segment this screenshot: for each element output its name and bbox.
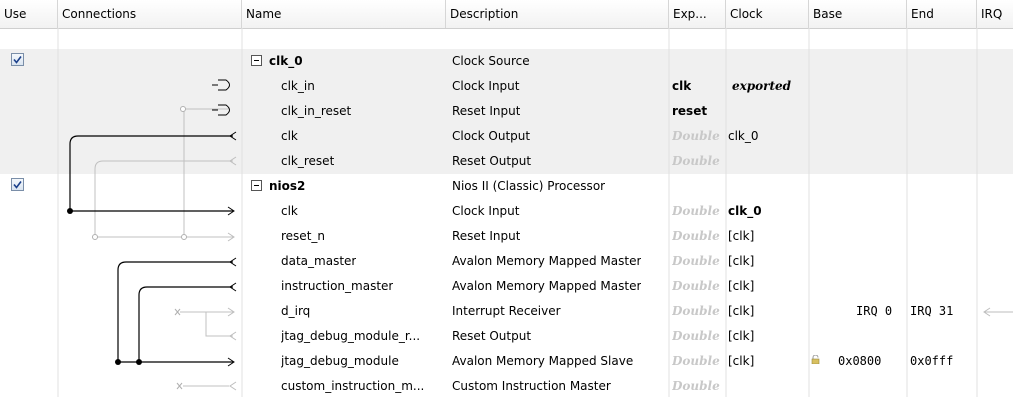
row-name: d_irq xyxy=(281,304,311,318)
table-row[interactable]: clk Clock Input Double clk_0 xyxy=(0,199,1013,224)
header-export[interactable]: Exp... xyxy=(669,0,726,28)
row-description: Nios II (Classic) Processor xyxy=(452,179,606,193)
row-export[interactable]: clk xyxy=(672,74,691,99)
row-clock[interactable]: [clk] xyxy=(728,224,754,249)
checkbox-checked-icon xyxy=(13,181,22,189)
row-name: jtag_debug_module_r... xyxy=(281,329,421,343)
row-export[interactable]: Double xyxy=(672,199,728,224)
row-export[interactable]: Double xyxy=(672,349,728,374)
table-header: Use Connections Name Description Exp... … xyxy=(0,0,1013,29)
row-description: Reset Output xyxy=(452,154,532,168)
table-row[interactable]: clk_in Clock Input clk exported xyxy=(0,74,1013,99)
header-clock[interactable]: Clock xyxy=(726,0,809,28)
row-export[interactable]: Double xyxy=(672,374,728,397)
row-clock[interactable]: [clk] xyxy=(728,349,754,374)
table-row[interactable]: nios2 Nios II (Classic) Processor xyxy=(0,174,1013,199)
row-export[interactable]: reset xyxy=(672,99,707,124)
row-name: clk_reset xyxy=(281,154,335,168)
header-name[interactable]: Name xyxy=(242,0,446,28)
use-checkbox[interactable] xyxy=(11,53,24,66)
collapse-minus-icon[interactable] xyxy=(251,55,262,66)
row-description: Reset Output xyxy=(452,329,532,343)
row-clock[interactable]: [clk] xyxy=(728,299,754,324)
header-use[interactable]: Use xyxy=(0,0,58,28)
row-export[interactable]: Double xyxy=(672,249,728,274)
row-export[interactable]: Double xyxy=(672,224,728,249)
row-name: data_master xyxy=(281,254,357,268)
system-contents-table: Use Connections Name Description Exp... … xyxy=(0,0,1013,397)
table-row[interactable]: reset_n Reset Input Double [clk] xyxy=(0,224,1013,249)
row-base[interactable]: 0x0800 xyxy=(838,349,881,374)
row-export[interactable]: Double xyxy=(672,299,728,324)
table-row[interactable]: jtag_debug_module_r... Reset Output Doub… xyxy=(0,324,1013,349)
table-row[interactable]: clk Clock Output Double clk_0 xyxy=(0,124,1013,149)
row-end[interactable]: 0x0fff xyxy=(910,349,953,374)
row-name: clk_in xyxy=(281,79,315,93)
row-clock[interactable]: clk_0 xyxy=(728,199,762,224)
use-checkbox[interactable] xyxy=(11,178,24,191)
row-base[interactable]: IRQ 0 xyxy=(856,299,892,324)
row-name: reset_n xyxy=(281,229,325,243)
row-name: clk xyxy=(281,204,298,218)
row-name: jtag_debug_module xyxy=(281,354,399,368)
table-row[interactable]: instruction_master Avalon Memory Mapped … xyxy=(0,274,1013,299)
table-row[interactable]: clk_reset Reset Output Double xyxy=(0,149,1013,174)
table-row[interactable]: clk_in_reset Reset Input reset xyxy=(0,99,1013,124)
row-clock[interactable]: [clk] xyxy=(728,274,754,299)
row-description: Reset Input xyxy=(452,104,521,118)
row-description: Clock Output xyxy=(452,129,531,143)
row-end[interactable]: IRQ 31 xyxy=(910,299,953,324)
lock-icon[interactable] xyxy=(811,355,820,364)
checkbox-checked-icon xyxy=(13,56,22,64)
row-export[interactable]: Double xyxy=(672,324,728,349)
table-row[interactable]: clk_0 Clock Source xyxy=(0,49,1013,74)
row-name: clk_0 xyxy=(269,54,303,68)
collapse-minus-icon[interactable] xyxy=(251,180,262,191)
row-export[interactable]: Double xyxy=(672,149,728,174)
row-description: Clock Source xyxy=(452,54,530,68)
row-description: Custom Instruction Master xyxy=(452,379,611,393)
row-clock[interactable]: exported xyxy=(732,74,791,99)
row-description: Clock Input xyxy=(452,79,520,93)
row-description: Interrupt Receiver xyxy=(452,304,561,318)
row-export[interactable]: Double xyxy=(672,124,728,149)
row-clock[interactable]: clk_0 xyxy=(728,124,759,149)
header-irq[interactable]: IRQ xyxy=(977,0,1013,28)
row-name: clk_in_reset xyxy=(281,104,352,118)
header-description[interactable]: Description xyxy=(446,0,669,28)
header-connections[interactable]: Connections xyxy=(58,0,242,28)
row-export[interactable]: Double xyxy=(672,274,728,299)
table-row[interactable]: data_master Avalon Memory Mapped Master … xyxy=(0,249,1013,274)
row-name: custom_instruction_m... xyxy=(281,379,425,393)
row-description: Avalon Memory Mapped Master xyxy=(452,254,642,268)
header-end[interactable]: End xyxy=(907,0,977,28)
row-description: Clock Input xyxy=(452,204,520,218)
table-row[interactable]: custom_instruction_m... Custom Instructi… xyxy=(0,374,1013,397)
row-name: instruction_master xyxy=(281,279,394,293)
table-row[interactable]: jtag_debug_module Avalon Memory Mapped S… xyxy=(0,349,1013,374)
row-description: Avalon Memory Mapped Slave xyxy=(452,354,634,368)
row-clock[interactable]: [clk] xyxy=(728,249,754,274)
row-description: Reset Input xyxy=(452,229,521,243)
row-name: clk xyxy=(281,129,298,143)
row-name: nios2 xyxy=(269,179,306,193)
row-clock[interactable]: [clk] xyxy=(728,324,754,349)
table-row[interactable]: d_irq Interrupt Receiver Double [clk] IR… xyxy=(0,299,1013,324)
row-description: Avalon Memory Mapped Master xyxy=(452,279,642,293)
header-base[interactable]: Base xyxy=(809,0,907,28)
